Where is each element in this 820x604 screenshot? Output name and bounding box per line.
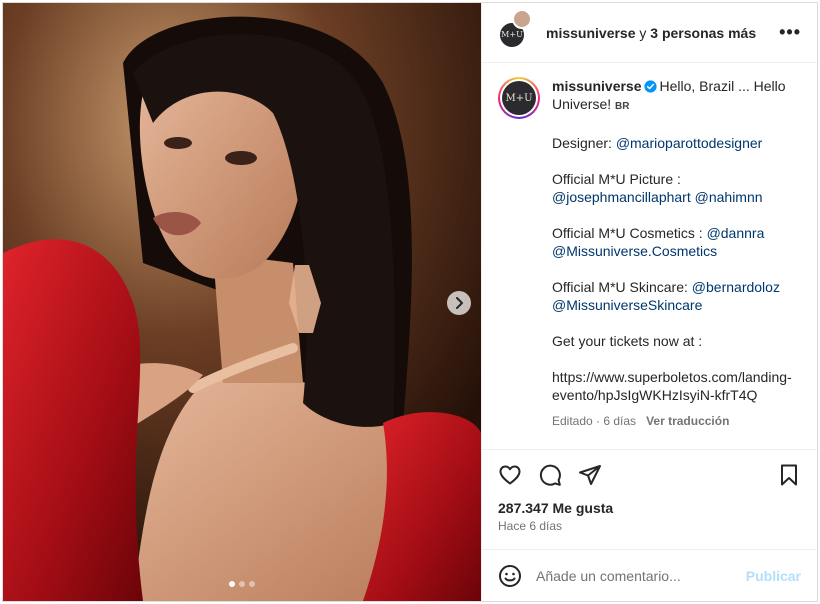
more-options-button[interactable]: •••: [779, 22, 801, 43]
author-joiner: y: [635, 24, 651, 41]
mention-link[interactable]: @bernardoloz: [692, 279, 780, 295]
post-photo: [3, 3, 481, 601]
post-header: M+U missuniverse y 3 personas más •••: [482, 3, 817, 63]
flag-emoji: BR: [615, 101, 630, 112]
avatar: M+U: [502, 81, 536, 115]
carousel-dot: [249, 581, 255, 587]
caption-area: M+U missuniverse Hello, Brazil ... Hello …: [482, 63, 817, 450]
verified-badge-icon: [643, 80, 657, 93]
mention-link[interactable]: @nahimnn: [695, 189, 763, 205]
mention-link[interactable]: @MissuniverseSkincare: [552, 297, 702, 313]
carousel-dot: [229, 581, 235, 587]
tickets-url: https://www.superboletos.com/landing-eve…: [552, 369, 792, 403]
emoji-icon[interactable]: [498, 564, 522, 588]
caption-username-link[interactable]: missuniverse: [552, 78, 642, 94]
instagram-post: M+U missuniverse y 3 personas más ••• M+…: [2, 2, 818, 602]
header-authors: missuniverse y 3 personas más: [546, 25, 779, 41]
action-bar: [482, 450, 817, 500]
collab-avatars[interactable]: M+U: [498, 8, 534, 51]
post-sidebar: M+U missuniverse y 3 personas más ••• M+…: [481, 3, 817, 601]
cosmetics-label: Official M*U Cosmetics :: [552, 225, 703, 241]
picture-label: Official M*U Picture :: [552, 171, 681, 187]
caption-meta: Editado · 6 días Ver traducción: [552, 412, 792, 430]
mention-link[interactable]: @dannra: [707, 225, 765, 241]
see-translation-button[interactable]: Ver traducción: [646, 414, 729, 428]
collaborators-link[interactable]: 3 personas más: [650, 25, 756, 41]
mention-link[interactable]: @marioparottodesigner: [616, 135, 763, 151]
edited-timestamp: Editado · 6 días: [552, 414, 637, 428]
heart-icon[interactable]: [498, 463, 522, 487]
comment-icon[interactable]: [538, 463, 562, 487]
publish-button[interactable]: Publicar: [746, 568, 801, 584]
designer-label: Designer:: [552, 135, 612, 151]
caption-text: missuniverse Hello, Brazil ... Hello Univ…: [552, 77, 792, 430]
tickets-label: Get your tickets now at :: [552, 333, 703, 349]
mention-link[interactable]: @josephmancillaphart: [552, 189, 691, 205]
more-horizontal-icon: •••: [779, 22, 801, 42]
comment-form: Publicar: [482, 549, 817, 601]
story-ring-avatar[interactable]: M+U: [498, 77, 540, 119]
mention-link[interactable]: @Missuniverse.Cosmetics: [552, 243, 717, 259]
avatar: [512, 8, 532, 29]
skincare-label: Official M*U Skincare:: [552, 279, 688, 295]
author-username-link[interactable]: missuniverse: [546, 25, 636, 41]
like-count[interactable]: 287.347 Me gusta: [482, 500, 817, 516]
post-timestamp: Hace 6 días: [498, 519, 563, 533]
comment-input[interactable]: [536, 567, 746, 584]
post-media: [3, 3, 481, 601]
carousel-next-button[interactable]: [447, 291, 471, 315]
chevron-right-icon: [456, 297, 463, 309]
share-icon[interactable]: [578, 463, 602, 487]
carousel-indicator: [3, 581, 481, 587]
bookmark-icon[interactable]: [777, 463, 801, 487]
carousel-dot: [239, 581, 245, 587]
